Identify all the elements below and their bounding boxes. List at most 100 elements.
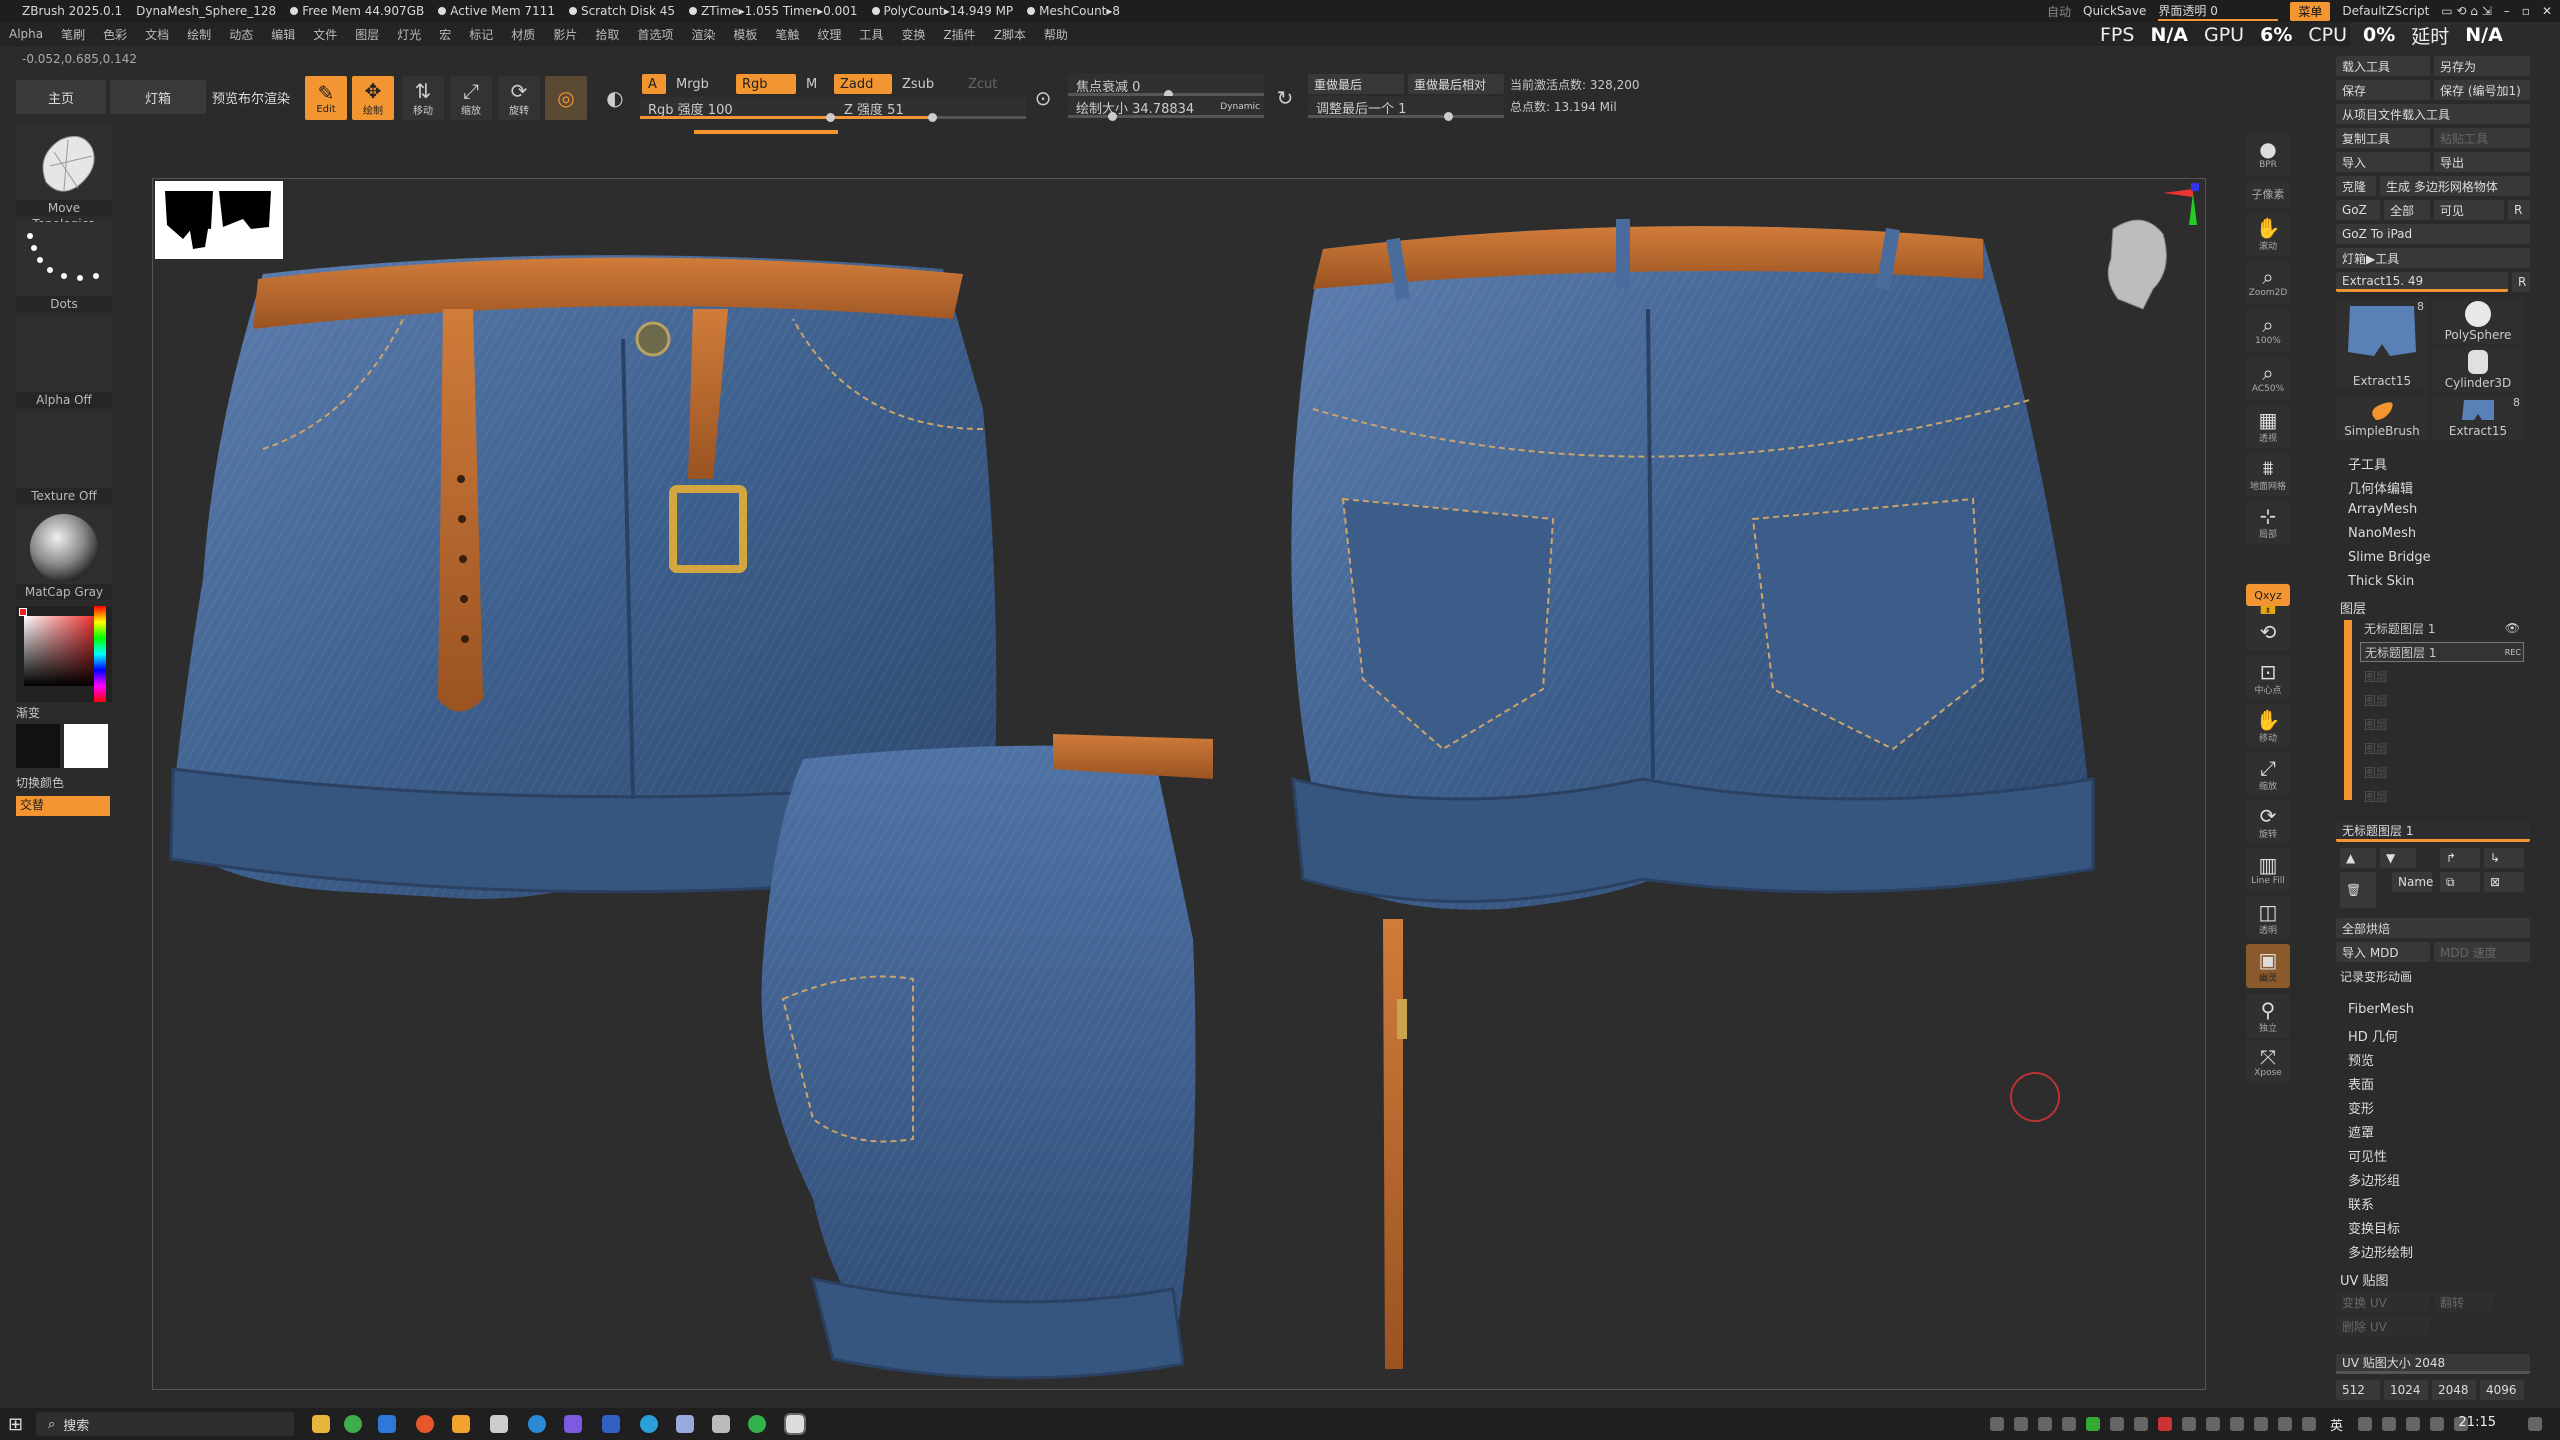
tray-icon[interactable]	[2086, 1417, 2100, 1431]
solo-button[interactable]: ⚲ 独立	[2246, 994, 2290, 1038]
app-white-icon[interactable]	[490, 1415, 508, 1433]
layer-name-button[interactable]: Name	[2392, 872, 2433, 892]
brush-slot[interactable]: Move Topologica	[16, 126, 112, 231]
goz-r-button[interactable]: R	[2508, 200, 2530, 220]
wechat-icon[interactable]	[748, 1415, 766, 1433]
tool-thumb-cylinder3d[interactable]: Cylinder3D	[2432, 346, 2524, 392]
orientation-gizmo[interactable]	[2107, 183, 2199, 310]
mrgb-toggle[interactable]: Mrgb	[670, 74, 715, 94]
uv-size-512-button[interactable]: 512	[2336, 1380, 2380, 1400]
tray-icon[interactable]	[2014, 1417, 2028, 1431]
app-photo-icon[interactable]	[676, 1415, 694, 1433]
app-grey-icon[interactable]	[712, 1415, 730, 1433]
home-button[interactable]: 主页	[16, 80, 106, 114]
thick-skin-section[interactable]: Thick Skin	[2348, 574, 2414, 589]
maximize-icon[interactable]: ▫	[2522, 4, 2530, 18]
network-icon[interactable]	[2358, 1417, 2372, 1431]
app-green-icon[interactable]	[344, 1415, 362, 1433]
adjust-last-slider[interactable]: 调整最后一个 1	[1308, 96, 1504, 121]
dynamic-toggle[interactable]: Dynamic	[1220, 102, 1260, 112]
lightbox-button[interactable]: 灯箱	[110, 80, 206, 114]
layer-slot-empty[interactable]: 图层	[2360, 786, 2524, 806]
rotate-view-button[interactable]: ⟳ 旋转	[2246, 800, 2290, 844]
m-toggle[interactable]: M	[800, 74, 823, 94]
main-color-swatch[interactable]	[16, 724, 60, 768]
bpr-preview-button[interactable]: 预览布尔渲染	[210, 80, 292, 114]
menu-alpha[interactable]: Alpha	[9, 27, 43, 41]
alternate-button[interactable]: 交替	[16, 796, 110, 816]
texture-slot[interactable]: Texture Off	[16, 414, 112, 504]
menu-draw[interactable]: 绘制	[187, 26, 211, 43]
uv-size-4096-button[interactable]: 4096	[2480, 1380, 2524, 1400]
menu-movie[interactable]: 影片	[553, 26, 577, 43]
edit-mode-button[interactable]: ✎ Edit	[305, 76, 347, 120]
bpr-render-button[interactable]: ● BPR	[2246, 132, 2290, 176]
menu-zplugin[interactable]: Z插件	[943, 26, 975, 43]
scale-mode-button[interactable]: ⤢ 缩放	[450, 76, 492, 120]
tray-icon[interactable]	[2062, 1417, 2076, 1431]
layer-slot-empty[interactable]: 图层	[2360, 762, 2524, 782]
goz-button[interactable]: GoZ	[2336, 200, 2380, 220]
contact-section[interactable]: 联系	[2348, 1194, 2374, 1213]
qxyz-button[interactable]: Qxyz	[2246, 584, 2290, 606]
move-view-button[interactable]: ✋ 移动	[2246, 704, 2290, 748]
taskbar-search[interactable]: ⌕ 搜索	[36, 1412, 294, 1436]
document-canvas[interactable]	[152, 178, 2206, 1390]
layers-scrollbar[interactable]	[2344, 620, 2352, 800]
menu-brush[interactable]: 笔刷	[61, 26, 85, 43]
layer-slot-empty[interactable]: 图层	[2360, 714, 2524, 734]
secondary-color-swatch[interactable]	[64, 724, 108, 768]
save-increment-button[interactable]: 保存 (编号加1)	[2434, 80, 2530, 100]
menu-stroke[interactable]: 笔触	[775, 26, 799, 43]
app-blue-check-icon[interactable]	[378, 1415, 396, 1433]
preview-section[interactable]: 预览	[2348, 1050, 2374, 1069]
tool-thumb-extract15-b[interactable]: 8 Extract15	[2432, 394, 2524, 440]
floor-grid-button[interactable]: ⩩ 地面网格	[2246, 452, 2290, 496]
copy-tool-button[interactable]: 复制工具	[2336, 128, 2430, 148]
menu-dynamics[interactable]: 动态	[229, 26, 253, 43]
save-button[interactable]: 保存	[2336, 80, 2430, 100]
rotate-mode-button[interactable]: ⟳ 旋转	[498, 76, 540, 120]
uv-size-1024-button[interactable]: 1024	[2384, 1380, 2428, 1400]
volume-icon[interactable]	[2382, 1417, 2396, 1431]
menu-color[interactable]: 色彩	[103, 26, 127, 43]
surface-section[interactable]: 表面	[2348, 1074, 2374, 1093]
layer-row-1[interactable]: 无标题图层 1 👁	[2360, 618, 2524, 638]
menu-material[interactable]: 材质	[511, 26, 535, 43]
menu-tool[interactable]: 工具	[859, 26, 883, 43]
rgb-toggle[interactable]: Rgb	[736, 74, 796, 94]
subpixel-button[interactable]: 子像素	[2246, 180, 2290, 208]
color-picker[interactable]	[16, 606, 112, 702]
tool-thumb-polysphere[interactable]: PolySphere	[2432, 298, 2524, 344]
material-sphere-button[interactable]: ◎	[545, 76, 587, 120]
fibermesh-section[interactable]: FiberMesh	[2348, 1002, 2414, 1017]
close-icon[interactable]: ✕	[2542, 4, 2552, 18]
eye-icon[interactable]: 👁	[2505, 621, 2520, 635]
uv-change-button[interactable]: 变换 UV	[2336, 1292, 2430, 1312]
import-mdd-button[interactable]: 导入 MDD	[2336, 942, 2430, 962]
stroke-slot[interactable]: Dots	[16, 222, 112, 312]
replay-button[interactable]: ↻	[1268, 80, 1302, 116]
menu-render[interactable]: 渲染	[691, 26, 715, 43]
hd-geometry-section[interactable]: HD 几何	[2348, 1026, 2398, 1045]
tray-icon[interactable]	[2110, 1417, 2124, 1431]
ac50-button[interactable]: ⌕ AC50%	[2246, 356, 2290, 400]
zscript-button[interactable]: DefaultZScript	[2342, 4, 2429, 18]
visibility-section[interactable]: 可见性	[2348, 1146, 2387, 1165]
menu-marker[interactable]: 标记	[469, 26, 493, 43]
layers-section[interactable]: 图层	[2340, 598, 2366, 617]
zoom100-button[interactable]: ⌕ 100%	[2246, 308, 2290, 352]
lightbox-tools-button[interactable]: 灯箱▶工具	[2336, 248, 2530, 268]
uv-delete-button[interactable]: 删除 UV	[2336, 1316, 2430, 1336]
bake-all-button[interactable]: 全部烘焙	[2336, 918, 2530, 938]
battery-icon[interactable]	[2406, 1417, 2420, 1431]
app-vs-icon[interactable]	[602, 1415, 620, 1433]
transparent-button[interactable]: ◫ 透明	[2246, 896, 2290, 940]
zadd-toggle[interactable]: Zadd	[834, 74, 892, 94]
slime-bridge-section[interactable]: Slime Bridge	[2348, 550, 2431, 565]
focal-shift-button[interactable]: ⊙	[1026, 80, 1060, 116]
menu-stencil[interactable]: 模板	[733, 26, 757, 43]
layout-icon[interactable]: ▭ ⟲ ⌂ ⇲	[2441, 4, 2492, 18]
uv-flip-button[interactable]: 翻转	[2434, 1292, 2494, 1312]
layer-slot-empty[interactable]: 图层	[2360, 690, 2524, 710]
